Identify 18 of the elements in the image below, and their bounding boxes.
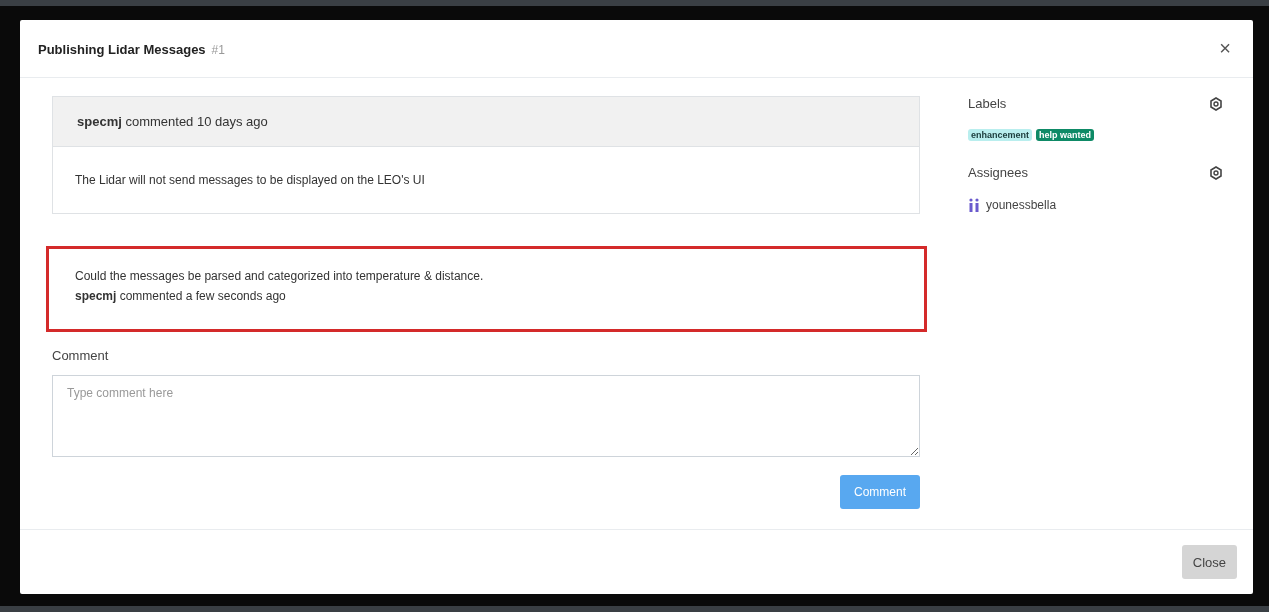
comment-field[interactable]: Type comment here — [52, 375, 920, 457]
settings-icon[interactable] — [1209, 165, 1223, 180]
comment-meta: specmj commented a few seconds ago — [75, 289, 287, 303]
field-label: Comment — [52, 348, 110, 363]
label-tag: enhancement — [968, 129, 1033, 141]
comment-text: The Lidar will not send messages to be displayed on the LEO's UI — [75, 173, 425, 187]
avatar-icon — [968, 198, 980, 212]
settings-icon[interactable] — [1209, 96, 1223, 111]
comment-text: Could the messages be parsed and categorized into temperature & distance. — [75, 269, 485, 283]
issue-number: #1 — [211, 42, 225, 57]
section-title: Assignees — [968, 165, 1028, 180]
comment-header: specmj commented 10 days ago — [77, 114, 268, 129]
close-button[interactable]: × — [1219, 37, 1231, 60]
section-title: Labels — [968, 96, 1007, 111]
modal-title: Publishing Lidar Messages — [38, 41, 206, 57]
assignee-name[interactable]: younessbella — [986, 198, 1057, 212]
label-tag: help wanted — [1036, 129, 1095, 141]
close-button[interactable]: Close — [1181, 545, 1237, 579]
